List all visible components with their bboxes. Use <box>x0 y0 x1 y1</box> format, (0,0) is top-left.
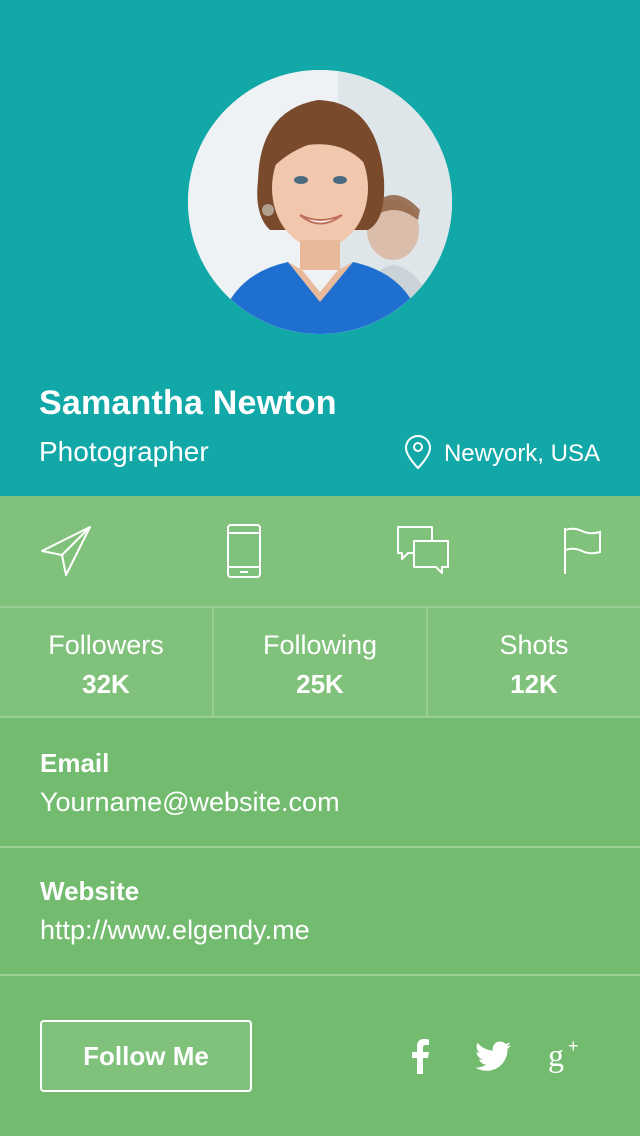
location-text: Newyork, USA <box>443 440 600 467</box>
chat-icon <box>397 526 449 574</box>
stat-label: Shots <box>499 630 569 660</box>
stats-bar: Followers 32K Following 25K Shots 12K <box>0 606 640 718</box>
stat-value: 32K <box>82 669 130 699</box>
email-value[interactable]: Yourname@website.com <box>40 787 640 818</box>
profile-name: Samantha Newton <box>39 384 337 422</box>
stat-value: 25K <box>296 669 344 699</box>
phone-icon <box>227 524 261 578</box>
twitter-icon <box>476 1041 511 1071</box>
flag-icon <box>564 527 601 574</box>
profile-role: Photographer <box>39 436 209 467</box>
stat-value: 12K <box>510 669 558 699</box>
follow-button[interactable]: Follow Me <box>40 1020 252 1092</box>
stat-shots[interactable]: Shots 12K <box>426 608 640 716</box>
stat-label: Followers <box>48 630 164 660</box>
send-icon <box>41 526 91 576</box>
facebook-icon <box>412 1039 429 1074</box>
stat-following[interactable]: Following 25K <box>212 608 426 716</box>
website-section: Website http://www.elgendy.me <box>0 848 640 976</box>
report-button[interactable] <box>560 496 604 606</box>
action-bar <box>0 496 640 606</box>
stat-followers[interactable]: Followers 32K <box>0 608 212 716</box>
call-button[interactable] <box>224 496 264 606</box>
svg-text:g: g <box>548 1038 564 1073</box>
chat-button[interactable] <box>394 496 452 606</box>
email-section: Email Yourname@website.com <box>0 720 640 848</box>
website-value[interactable]: http://www.elgendy.me <box>40 915 640 946</box>
profile-header: Samantha Newton Photographer Newyork, US… <box>0 0 640 496</box>
stat-label: Following <box>262 630 378 660</box>
avatar[interactable] <box>188 70 452 334</box>
location-pin-icon <box>404 434 431 470</box>
facebook-button[interactable] <box>396 1032 444 1080</box>
google-plus-button[interactable]: g + <box>544 1032 592 1080</box>
google-plus-icon: g + <box>548 1038 579 1073</box>
svg-text:+: + <box>568 1038 579 1056</box>
email-label: Email <box>40 748 110 778</box>
profile-location: Newyork, USA <box>404 434 600 470</box>
send-message-button[interactable] <box>38 496 94 606</box>
website-label: Website <box>40 876 140 906</box>
avatar-photo <box>188 70 452 334</box>
twitter-button[interactable] <box>470 1032 518 1080</box>
